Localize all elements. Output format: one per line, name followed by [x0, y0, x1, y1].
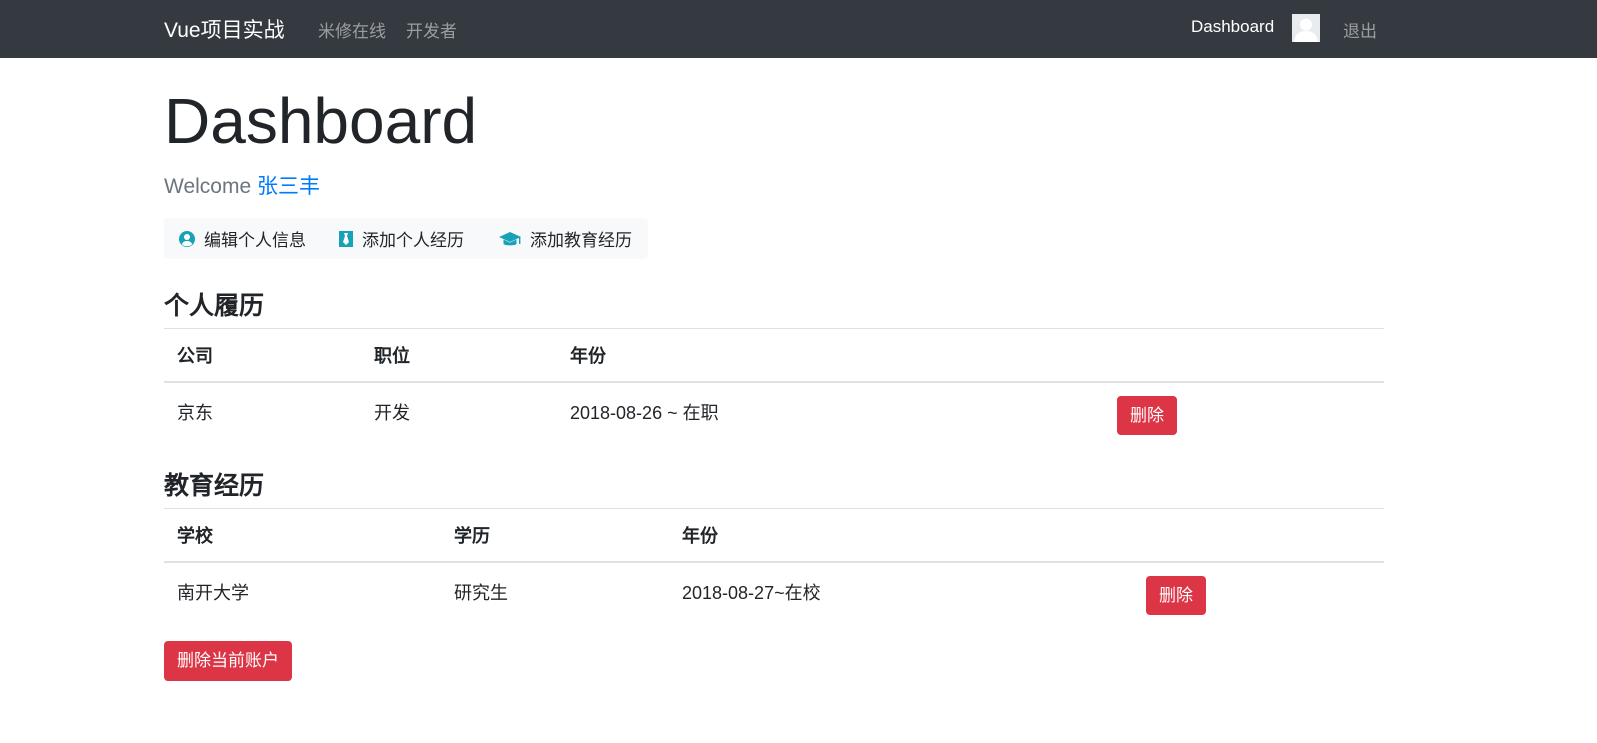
school-cell: 南开大学	[177, 582, 249, 603]
years-cell: 2018-08-27~在校	[682, 582, 821, 603]
add-education-label: 添加教育经历	[530, 231, 632, 250]
experience-table: 公司 职位 年份 京东 开发 2018-08-26 ~ 在职 删除	[164, 328, 1384, 436]
brand-link[interactable]: Vue项目实战	[164, 14, 285, 44]
user-avatar-icon[interactable]	[1292, 14, 1320, 42]
column-header-years: 年份	[669, 508, 1133, 563]
add-experience-button[interactable]: 添加个人经历	[338, 218, 464, 259]
edit-profile-label: 编辑个人信息	[204, 231, 306, 250]
column-header-years: 年份	[557, 328, 1104, 383]
profile-actions: 编辑个人信息 添加个人经历 添加教育经历	[164, 218, 648, 259]
user-circle-icon	[179, 230, 195, 247]
position-cell: 开发	[374, 402, 410, 423]
actions-cell: 删除	[1133, 562, 1384, 616]
education-section-title: 教育经历	[164, 472, 265, 500]
delete-account-button[interactable]: 删除当前账户	[164, 641, 292, 681]
logout-link[interactable]: 退出	[1343, 17, 1377, 42]
black-tie-icon	[339, 230, 353, 247]
user-name-link[interactable]: 张三丰	[257, 175, 320, 198]
education-table: 学校 学历 年份 南开大学 研究生 2018-08-27~在校 删除	[164, 508, 1384, 616]
experience-section-title: 个人履历	[164, 292, 265, 320]
page-title: Dashboard	[164, 85, 478, 157]
column-header-actions	[1133, 508, 1384, 563]
top-navbar: Vue项目实战 米修在线 开发者 Dashboard 退出	[0, 0, 1597, 58]
add-experience-label: 添加个人经历	[362, 231, 464, 250]
add-education-button[interactable]: 添加教育经历	[498, 218, 632, 259]
delete-education-button[interactable]: 删除	[1146, 575, 1206, 615]
actions-cell: 删除	[1104, 382, 1384, 436]
graduation-cap-icon	[499, 231, 521, 245]
years-cell: 2018-08-26 ~ 在职	[570, 402, 719, 423]
welcome-text: Welcome 张三丰	[164, 170, 320, 200]
column-header-position: 职位	[361, 328, 557, 383]
welcome-prefix: Welcome	[164, 175, 252, 198]
column-header-school: 学校	[164, 508, 441, 563]
company-cell: 京东	[177, 402, 213, 423]
table-header-row: 公司 职位 年份	[164, 328, 1384, 383]
column-header-company: 公司	[164, 328, 361, 383]
column-header-actions	[1104, 328, 1384, 383]
table-row: 南开大学 研究生 2018-08-27~在校 删除	[164, 562, 1384, 616]
table-row: 京东 开发 2018-08-26 ~ 在职 删除	[164, 382, 1384, 436]
nav-link-developers[interactable]: 开发者	[406, 17, 457, 42]
edit-profile-button[interactable]: 编辑个人信息	[178, 218, 306, 259]
nav-link-dashboard[interactable]: Dashboard	[1191, 17, 1274, 37]
table-header-row: 学校 学历 年份	[164, 508, 1384, 563]
delete-experience-button[interactable]: 删除	[1117, 395, 1177, 435]
column-header-degree: 学历	[441, 508, 669, 563]
nav-link-mixiu-online[interactable]: 米修在线	[318, 17, 386, 42]
degree-cell: 研究生	[454, 582, 508, 603]
